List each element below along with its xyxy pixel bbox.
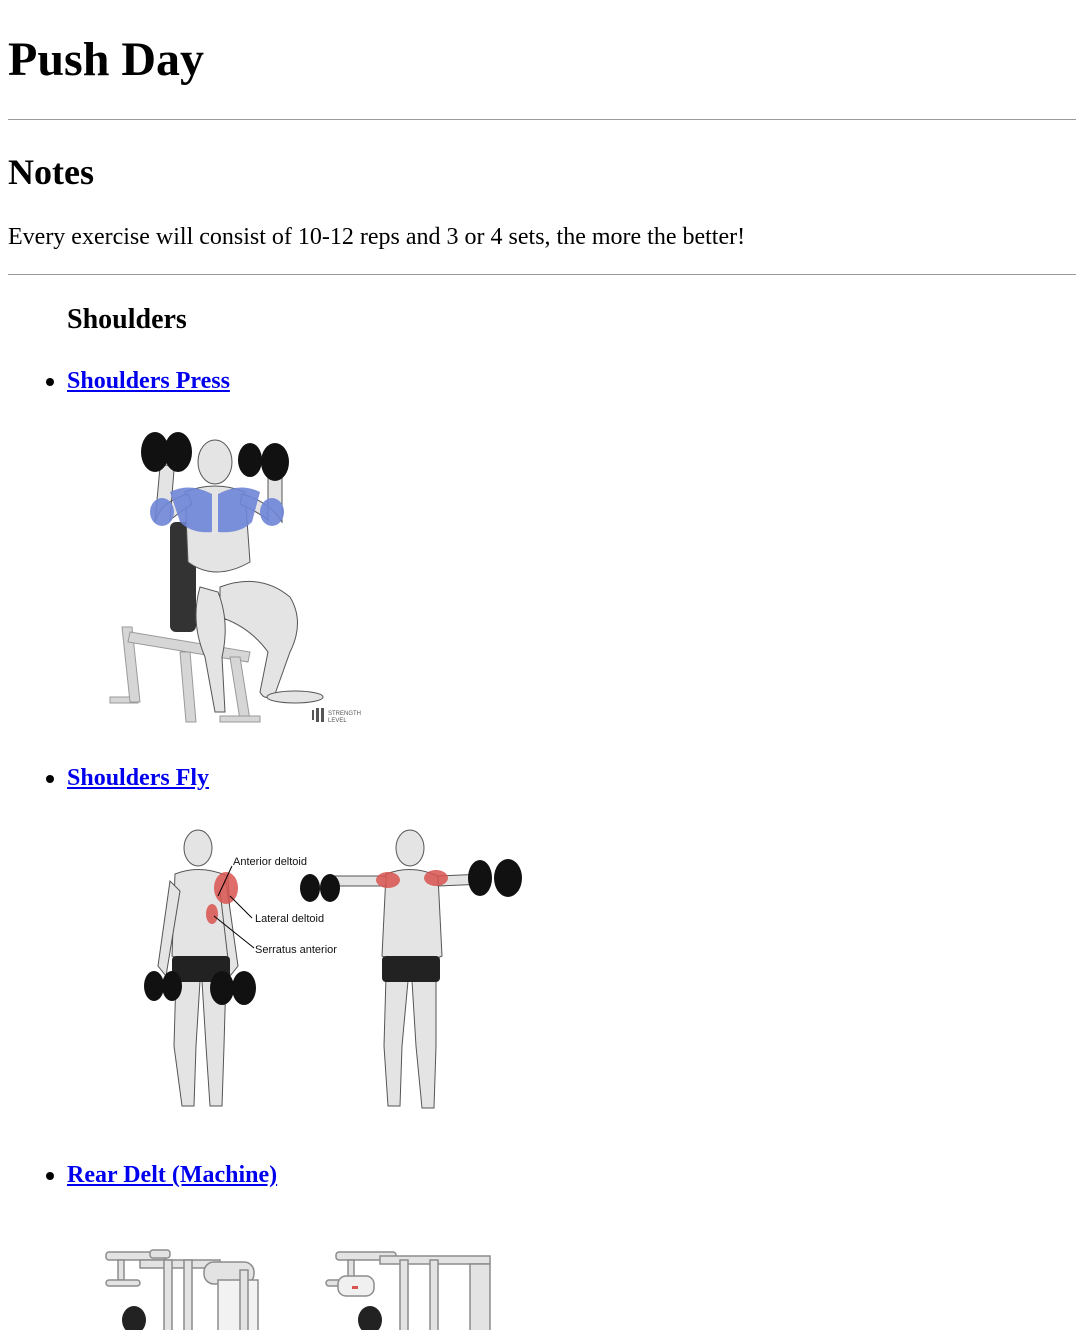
exercise-link-rear-delt-machine[interactable]: Rear Delt (Machine)	[67, 1160, 277, 1190]
notes-text: Every exercise will consist of 10-12 rep…	[8, 224, 746, 250]
watermark-line1: STRENGTH	[328, 711, 361, 717]
figure-label-serratus-anterior: Serratus anterior	[255, 944, 337, 956]
figure-label-lateral-deltoid: Lateral deltoid	[255, 913, 324, 925]
exercise-link-shoulders-fly[interactable]: Shoulders Fly	[67, 763, 209, 793]
exercise-link-shoulders-press[interactable]: Shoulders Press	[67, 366, 230, 396]
bullet	[46, 378, 54, 386]
shoulders-fly-illustration: Anterior deltoid Lateral deltoid Serratu…	[144, 829, 522, 1109]
divider	[8, 274, 1076, 275]
section-heading: Shoulders	[67, 304, 187, 335]
shoulders-press-illustration: STRENGTH LEVEL	[109, 432, 361, 724]
bullet	[46, 775, 54, 783]
figure-label-anterior-deltoid: Anterior deltoid	[233, 856, 307, 868]
notes-heading: Notes	[8, 152, 94, 192]
divider	[8, 119, 1076, 120]
rear-delt-machine-illustration	[105, 1249, 491, 1330]
watermark-line2: LEVEL	[328, 718, 347, 724]
bullet	[46, 1172, 54, 1180]
page-title: Push Day	[8, 33, 205, 86]
